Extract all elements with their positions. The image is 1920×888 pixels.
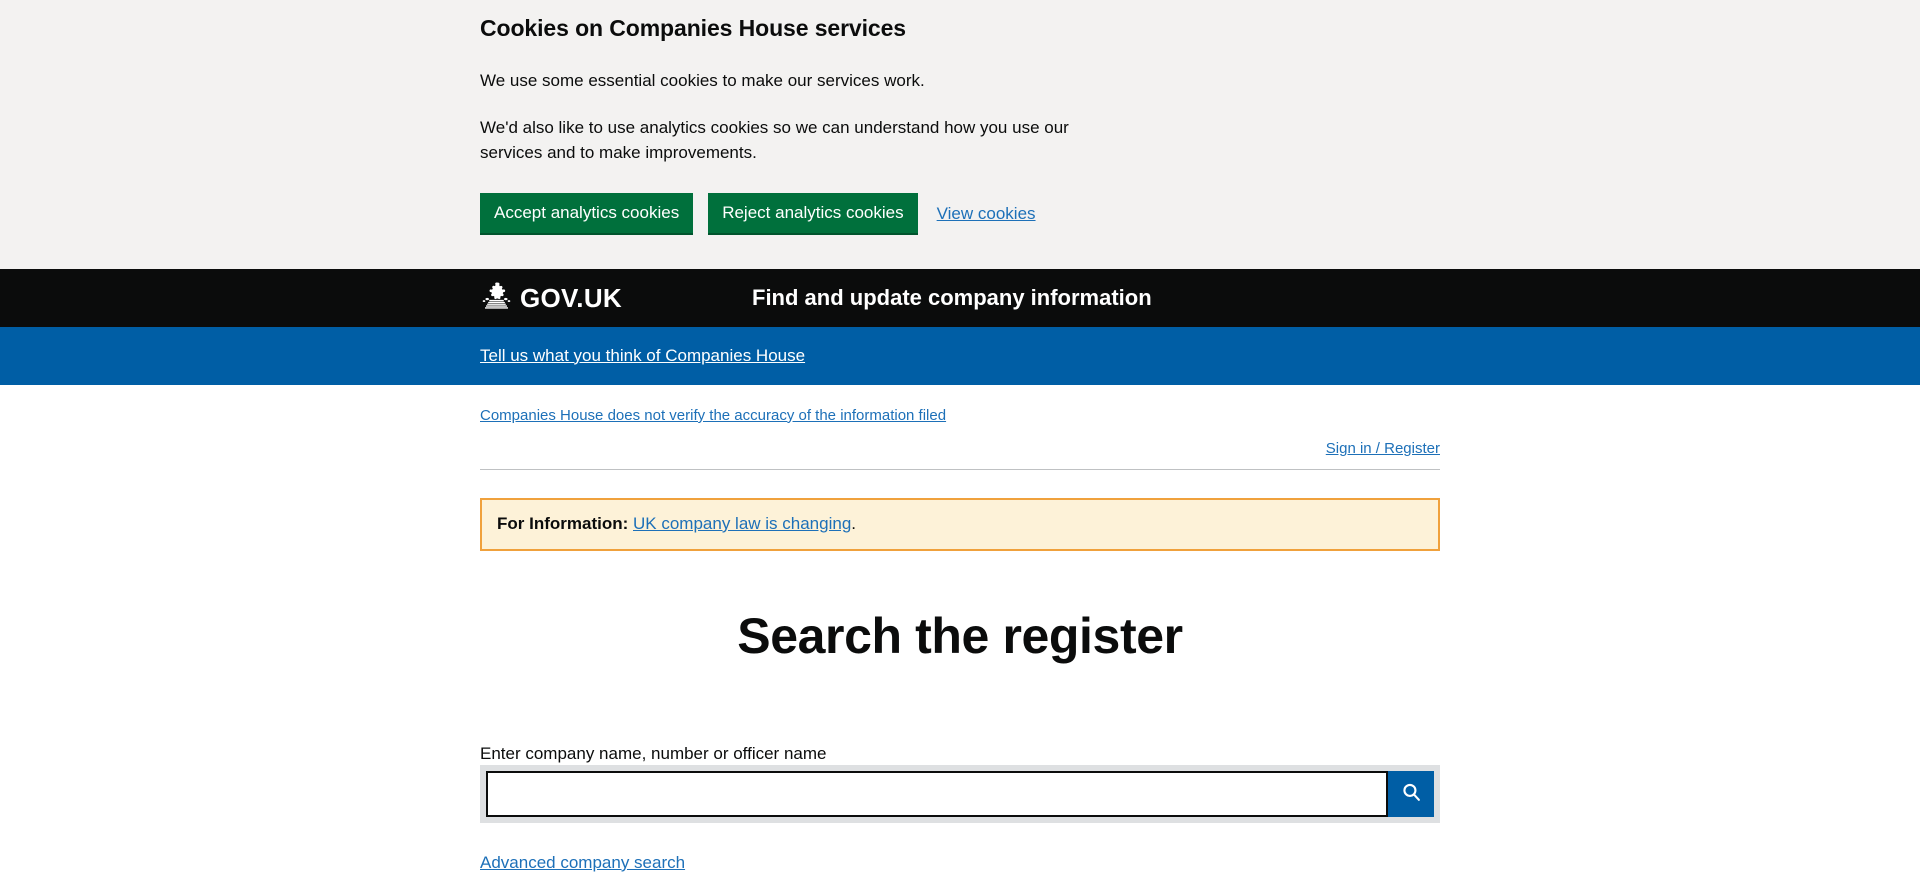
feedback-link[interactable]: Tell us what you think of Companies Hous… — [480, 346, 805, 365]
sign-in-row: Sign in / Register — [480, 425, 1440, 469]
search-shell — [480, 764, 1440, 823]
header-divider — [480, 468, 1440, 470]
accuracy-disclaimer-link[interactable]: Companies House does not verify the accu… — [480, 407, 946, 424]
sign-in-register-link[interactable]: Sign in / Register — [1326, 440, 1440, 457]
gov-uk-crown-icon — [480, 282, 513, 314]
advanced-company-search-link[interactable]: Advanced company search — [480, 853, 685, 872]
disclaimer-row: Companies House does not verify the accu… — [480, 385, 1440, 425]
govuk-home-link[interactable]: GOV.UK — [480, 282, 622, 314]
search-input[interactable] — [486, 770, 1388, 817]
feedback-bar: Tell us what you think of Companies Hous… — [0, 326, 1920, 385]
information-banner-label: For Information: — [497, 513, 629, 533]
cookie-banner-paragraph-2: We'd also like to use analytics cookies … — [480, 117, 1069, 162]
main-content: Companies House does not verify the accu… — [480, 385, 1440, 873]
cookie-banner-actions: Accept analytics cookies Reject analytic… — [480, 192, 1440, 235]
accept-analytics-cookies-button[interactable]: Accept analytics cookies — [480, 192, 694, 235]
view-cookies-link[interactable]: View cookies — [937, 204, 1036, 224]
cookie-banner-title: Cookies on Companies House services — [480, 15, 906, 41]
information-banner-trailing: . — [851, 513, 857, 533]
search-icon — [1401, 782, 1422, 806]
page-root: Cookies on Companies House services We u… — [0, 0, 1920, 888]
search-label: Enter company name, number or officer na… — [480, 743, 827, 763]
page-title: Search the register — [737, 607, 1183, 664]
search-block: Enter company name, number or officer na… — [480, 743, 1440, 823]
search-submit-button[interactable] — [1388, 770, 1434, 817]
information-banner: For Information: UK company law is chang… — [480, 497, 1440, 551]
cookie-banner: Cookies on Companies House services We u… — [0, 0, 1920, 269]
govuk-header: GOV.UK Find and update company informati… — [0, 268, 1920, 327]
reject-analytics-cookies-button[interactable]: Reject analytics cookies — [708, 192, 918, 235]
cookie-banner-paragraph-1: We use some essential cookies to make ou… — [480, 70, 925, 90]
advanced-search-row: Advanced company search — [480, 853, 1440, 873]
company-law-changing-link[interactable]: UK company law is changing — [633, 514, 851, 533]
govuk-brand-label: GOV.UK — [520, 282, 622, 313]
service-name: Find and update company information — [752, 284, 1152, 310]
